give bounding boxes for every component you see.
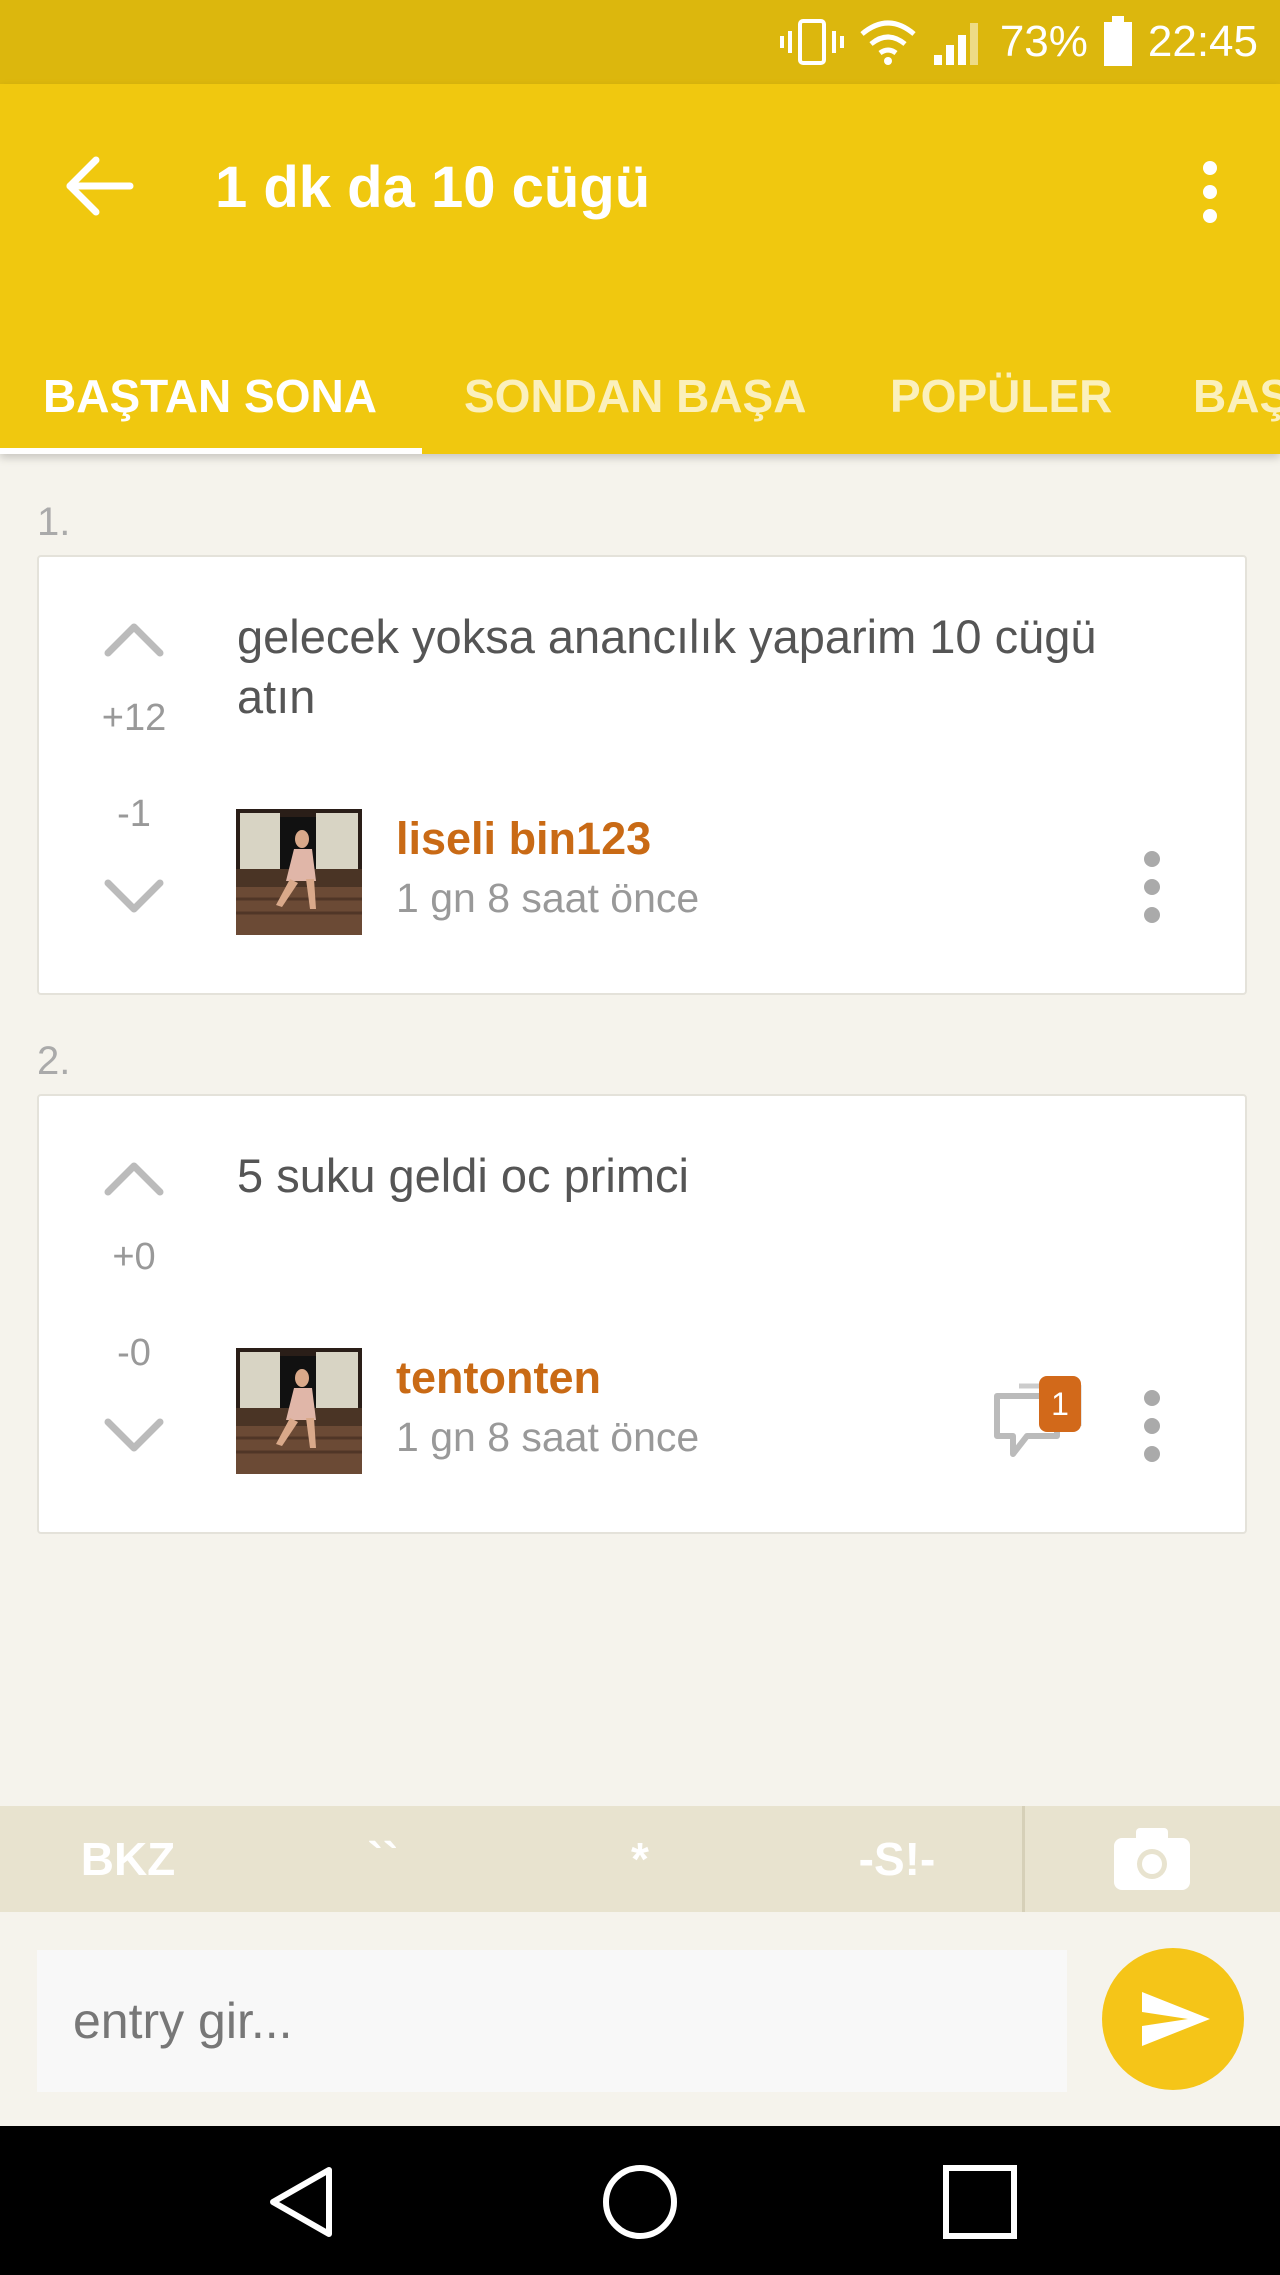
- tab-bar: BAŞTAN SONA SONDAN BAŞA POPÜLER BAŞ: [0, 338, 1280, 454]
- compose-bar: [0, 1912, 1280, 2126]
- battery-percent: 73%: [999, 17, 1088, 66]
- nav-home-icon[interactable]: [600, 2162, 680, 2242]
- entry-more-icon[interactable]: [1137, 1386, 1167, 1466]
- entry-more-icon[interactable]: [1137, 847, 1167, 927]
- upvote-count: +0: [112, 1236, 156, 1278]
- system-nav-bar: [0, 2126, 1280, 2275]
- camera-icon[interactable]: [1112, 1826, 1192, 1892]
- entry-card: +12 -1 gelecek yoksa anancılık yaparim 1…: [37, 555, 1247, 995]
- wifi-icon: [860, 20, 916, 65]
- tab-populer[interactable]: POPÜLER: [890, 338, 1112, 454]
- format-toolbar: BKZ `` * -S!-: [0, 1806, 1280, 1912]
- avatar[interactable]: [236, 1348, 362, 1474]
- comment-count-badge: 1: [1039, 1376, 1081, 1432]
- vibrate-icon: [779, 19, 844, 65]
- nav-recents-icon[interactable]: [940, 2162, 1020, 2242]
- upvote-icon[interactable]: [94, 609, 174, 669]
- battery-icon: [1103, 16, 1132, 66]
- entry-timestamp: 1 gn 8 saat önce: [396, 1414, 700, 1460]
- entry-input[interactable]: [37, 1950, 1067, 2092]
- clock: 22:45: [1147, 17, 1258, 66]
- page-title: 1 dk da 10 cügü: [215, 155, 651, 220]
- send-button[interactable]: [1102, 1948, 1244, 2090]
- downvote-count: -1: [117, 793, 151, 835]
- toolbar-divider: [1022, 1806, 1025, 1912]
- nav-back-icon[interactable]: [263, 2162, 343, 2242]
- status-indicators: 73% 22:45: [779, 0, 1258, 84]
- downvote-icon[interactable]: [94, 1406, 174, 1466]
- upvote-icon[interactable]: [94, 1148, 174, 1208]
- app-bar: 1 dk da 10 cügü BAŞTAN SONA SONDAN BAŞA …: [0, 84, 1280, 454]
- tab-indicator: [0, 448, 422, 454]
- tab-bas[interactable]: BAŞ: [1193, 338, 1280, 454]
- tab-bastan-sona[interactable]: BAŞTAN SONA: [43, 338, 377, 454]
- entry-timestamp: 1 gn 8 saat önce: [396, 875, 700, 921]
- tab-sondan-basa[interactable]: SONDAN BAŞA: [464, 338, 806, 454]
- entry-number: 1.: [37, 500, 71, 544]
- send-icon: [1142, 1992, 1210, 2046]
- avatar[interactable]: [236, 809, 362, 935]
- back-arrow-icon[interactable]: [60, 146, 140, 226]
- entry-number: 2.: [37, 1039, 71, 1083]
- entry-text: gelecek yoksa anancılık yaparim 10 cügü …: [237, 610, 1097, 723]
- downvote-icon[interactable]: [94, 867, 174, 927]
- author-name[interactable]: liseli bin123: [396, 813, 651, 865]
- downvote-count: -0: [117, 1332, 151, 1374]
- bkz-button[interactable]: BKZ: [28, 1806, 228, 1912]
- backtick-button[interactable]: ``: [283, 1806, 483, 1912]
- author-name[interactable]: tentonten: [396, 1352, 601, 1404]
- spoiler-button[interactable]: -S!-: [797, 1806, 997, 1912]
- overflow-menu-icon[interactable]: [1180, 152, 1240, 232]
- signal-icon: [933, 23, 978, 65]
- entry-card: +0 -0 5 suku geldi oc primci tentonten 1…: [37, 1094, 1247, 1534]
- upvote-count: +12: [101, 697, 167, 739]
- entry-text: 5 suku geldi oc primci: [237, 1149, 689, 1202]
- asterisk-button[interactable]: *: [540, 1806, 740, 1912]
- status-bar: 73% 22:45: [0, 0, 1280, 84]
